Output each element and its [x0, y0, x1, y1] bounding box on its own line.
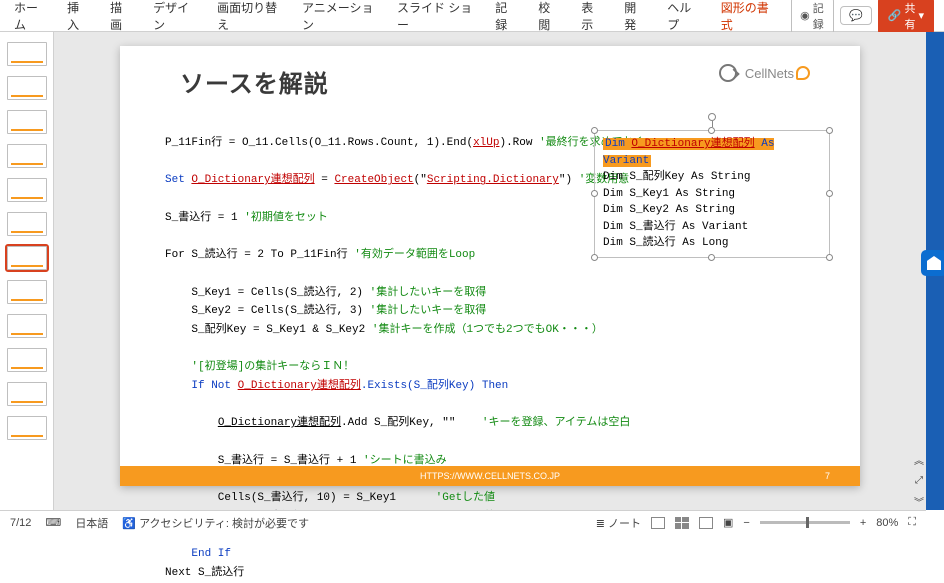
language-label[interactable]: 日本語 — [75, 515, 108, 531]
slide-thumbnail[interactable] — [7, 382, 47, 406]
fit-window-icon[interactable]: ⛶ — [908, 516, 916, 529]
resize-handle[interactable] — [826, 254, 833, 261]
slide-thumbnail[interactable] — [7, 42, 47, 66]
spell-icon[interactable]: ⌨ — [45, 516, 61, 529]
cellnets-logo: CellNets — [745, 66, 810, 81]
slide-editor[interactable]: ソースを解説 CellNets P_11Fin行 = O_11.Cells(O_… — [54, 32, 926, 510]
slide-thumbnail[interactable] — [7, 212, 47, 236]
refresh-icon — [719, 64, 737, 82]
dropbox-badge[interactable] — [921, 250, 944, 276]
slide-footer: HTTPS://WWW.CELLNETS.CO.JP 7 — [120, 466, 860, 486]
right-sidebar — [926, 32, 944, 510]
normal-view-icon[interactable] — [651, 517, 665, 529]
slide-thumbnail-active[interactable] — [7, 246, 47, 270]
collapse-controls: ︽ ⤢ ︾ — [914, 452, 924, 509]
slide-thumbnail[interactable] — [7, 76, 47, 100]
reading-view-icon[interactable] — [699, 517, 713, 529]
notes-button[interactable]: ≣ ノート — [596, 515, 641, 531]
record-label: 記録 — [813, 0, 825, 32]
zoom-out-icon[interactable]: − — [743, 517, 749, 529]
resize-handle[interactable] — [826, 127, 833, 134]
logo-area: CellNets — [719, 64, 810, 82]
slide-thumbnail[interactable] — [7, 416, 47, 440]
thumbnail-panel — [0, 32, 54, 510]
slide-thumbnail[interactable] — [7, 348, 47, 372]
slide-page-number: 7 — [825, 471, 830, 481]
chevron-up-icon[interactable]: ︽ — [914, 452, 924, 467]
slide-thumbnail[interactable] — [7, 280, 47, 304]
resize-handle[interactable] — [591, 254, 598, 261]
status-bar: 7/12 ⌨ 日本語 ♿ アクセシビリティ: 検討が必要です ≣ ノート ▣ −… — [0, 510, 926, 534]
slide-thumbnail[interactable] — [7, 144, 47, 168]
selected-textbox[interactable]: Dim O_Dictionary連想配列 As Variant Dim S_配列… — [594, 130, 830, 258]
sorter-view-icon[interactable] — [675, 517, 689, 529]
slide-thumbnail[interactable] — [7, 314, 47, 338]
comments-button[interactable]: 💬 — [840, 6, 872, 25]
slide-title: ソースを解説 — [180, 64, 329, 99]
zoom-in-icon[interactable]: + — [860, 517, 866, 529]
resize-handle[interactable] — [591, 190, 598, 197]
rotate-handle[interactable] — [708, 113, 716, 121]
resize-handle[interactable] — [826, 190, 833, 197]
footer-url: HTTPS://WWW.CELLNETS.CO.JP — [420, 471, 560, 481]
zoom-level[interactable]: 80% — [876, 517, 898, 529]
resize-handle[interactable] — [708, 254, 715, 261]
slide-counter: 7/12 — [10, 517, 31, 529]
zoom-slider[interactable] — [760, 521, 850, 524]
chevron-down-icon[interactable]: ︾ — [914, 494, 924, 509]
main-area: ソースを解説 CellNets P_11Fin行 = O_11.Cells(O_… — [0, 32, 944, 510]
slide-canvas[interactable]: ソースを解説 CellNets P_11Fin行 = O_11.Cells(O_… — [120, 46, 860, 486]
slide-thumbnail[interactable] — [7, 110, 47, 134]
ribbon-tabs: ホーム 挿入 描画 デザイン 画面切り替え アニメーション スライド ショー 記… — [0, 0, 944, 32]
accessibility-label[interactable]: ♿ アクセシビリティ: 検討が必要です — [122, 515, 309, 531]
fullscreen-icon[interactable]: ⤢ — [915, 475, 923, 486]
resize-handle[interactable] — [708, 127, 715, 134]
ribbon-right: ◉ 記録 💬 🔗 共有 ▾ — [791, 0, 934, 35]
record-button[interactable]: ◉ 記録 — [791, 0, 834, 35]
share-label: 共有 — [904, 0, 915, 32]
slideshow-view-icon[interactable]: ▣ — [723, 516, 733, 529]
share-button[interactable]: 🔗 共有 ▾ — [878, 0, 934, 35]
slide-thumbnail[interactable] — [7, 178, 47, 202]
resize-handle[interactable] — [591, 127, 598, 134]
